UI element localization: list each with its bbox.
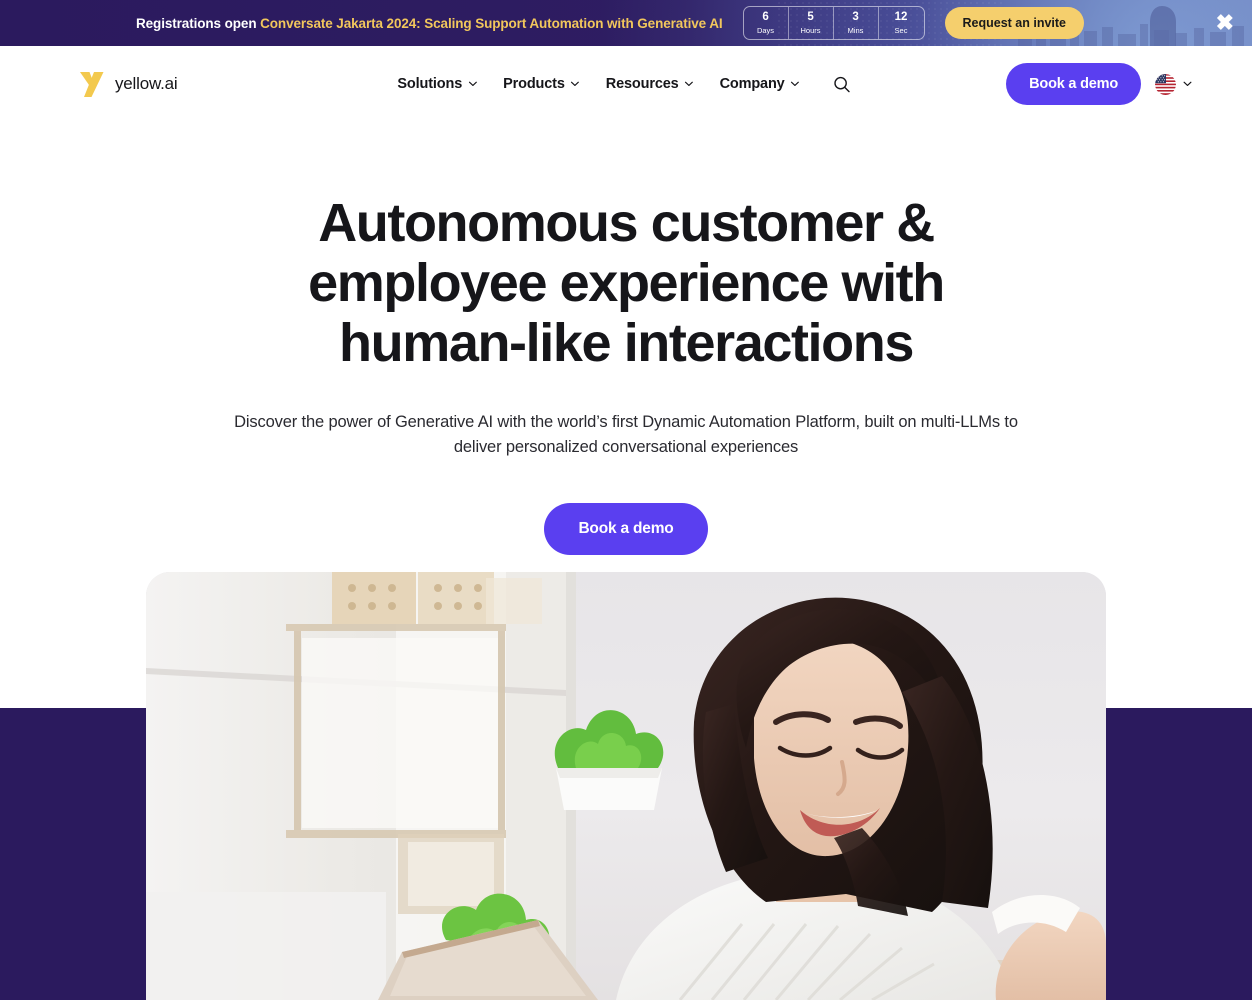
nav-item-products[interactable]: Products — [503, 76, 580, 92]
nav-item-products-label: Products — [503, 76, 565, 92]
search-button[interactable] — [830, 72, 855, 97]
hero-title-line-2: employee experience with — [308, 252, 945, 313]
nav-item-solutions[interactable]: Solutions — [397, 76, 477, 92]
nav-item-resources[interactable]: Resources — [606, 76, 694, 92]
countdown-days-label: Days — [756, 25, 775, 35]
countdown-mins-label: Mins — [847, 25, 864, 35]
search-icon — [834, 76, 850, 92]
site-header: yellow.ai Solutions Products Resources C… — [0, 46, 1252, 122]
countdown-hours-value: 5 — [807, 11, 814, 23]
nav-item-resources-label: Resources — [605, 76, 679, 92]
hero-title-line-1: Autonomous customer & — [318, 193, 935, 253]
countdown-mins-value: 3 — [852, 11, 859, 23]
close-icon[interactable]: ✖ — [1216, 12, 1234, 34]
countdown-timer: 6 Days 5 Hours 3 Mins 12 Sec — [742, 6, 925, 40]
nav-item-company[interactable]: Company — [720, 76, 800, 92]
countdown-mins: 3 Mins — [834, 7, 879, 39]
banner-lead-text: Registrations open — [136, 15, 257, 31]
countdown-days-value: 6 — [762, 11, 769, 23]
countdown-days: 6 Days — [744, 7, 789, 39]
request-invite-button[interactable]: Request an invite — [944, 7, 1085, 39]
hero-section: Autonomous customer & employee experienc… — [0, 122, 1252, 556]
logo-link[interactable]: yellow.ai — [78, 71, 178, 98]
chevron-down-icon — [791, 81, 800, 87]
countdown-sec-label: Sec — [894, 25, 908, 35]
countdown-hours-label: Hours — [800, 25, 821, 35]
banner-message: Registrations open Conversate Jakarta 20… — [136, 16, 723, 31]
nav-item-solutions-label: Solutions — [397, 76, 463, 92]
chevron-down-icon — [1183, 81, 1192, 87]
nav-item-company-label: Company — [719, 76, 785, 92]
countdown-sec-value: 12 — [894, 11, 908, 23]
chevron-down-icon — [685, 81, 694, 87]
banner-highlight-text[interactable]: Conversate Jakarta 2024: Scaling Support… — [260, 16, 722, 31]
book-a-demo-button-hero[interactable]: Book a demo — [544, 503, 708, 556]
hero-cta-wrapper: Book a demo — [0, 503, 1252, 556]
page-title: Autonomous customer & employee experienc… — [276, 193, 976, 374]
announcement-banner: Registrations open Conversate Jakarta 20… — [0, 0, 1252, 46]
chevron-down-icon — [468, 81, 477, 87]
countdown-sec: 12 Sec — [879, 7, 924, 39]
hero-image — [146, 572, 1106, 1000]
header-actions: Book a demo — [1006, 63, 1192, 105]
hero-title-line-3: human-like interactions — [339, 312, 914, 373]
book-a-demo-button-header[interactable]: Book a demo — [1006, 63, 1141, 105]
hero-photo-illustration — [146, 572, 1106, 1000]
us-flag-icon — [1155, 73, 1176, 95]
chevron-down-icon — [571, 81, 580, 87]
primary-navigation: Solutions Products Resources Company — [397, 72, 854, 97]
logo-text: yellow.ai — [115, 74, 178, 93]
countdown-hours: 5 Hours — [789, 7, 834, 39]
locale-switcher[interactable] — [1155, 73, 1192, 95]
hero-subtitle: Discover the power of Generative AI with… — [234, 412, 1018, 456]
yellow-ai-logo-icon — [80, 71, 104, 97]
